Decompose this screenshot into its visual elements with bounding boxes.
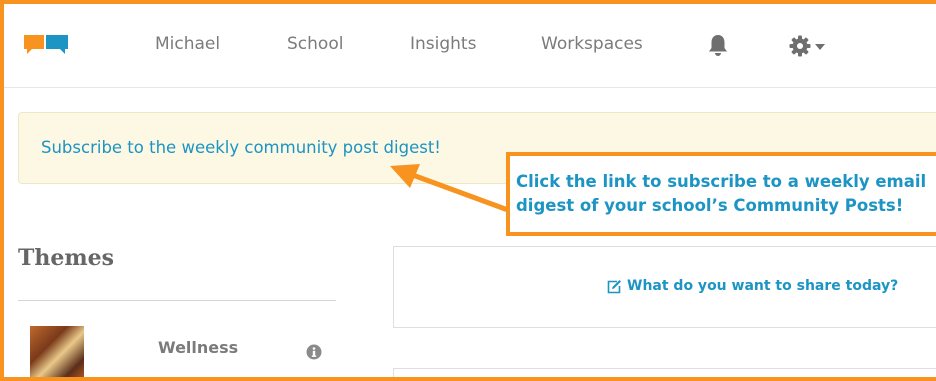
nav-item-michael[interactable]: Michael [155,34,220,54]
edit-square-icon [607,280,621,294]
annotation-callout: Click the link to subscribe to a weekly … [506,152,936,236]
nav-item-school[interactable]: School [287,34,343,54]
nav-item-insights[interactable]: Insights [410,34,476,54]
nav-item-workspaces[interactable]: Workspaces [541,34,643,54]
callout-text-line-2: digest of your school’s Community Posts! [516,196,904,215]
callout-arrow [390,164,511,213]
screenshot-frame: Michael School Insights Workspaces Subsc… [0,0,936,381]
share-prompt-link[interactable]: What do you want to share today? [627,278,898,294]
callout-text-line-1: Click the link to subscribe to a weekly … [516,172,927,191]
themes-divider [18,300,336,301]
frame-bottom-border [0,377,936,381]
bell-icon[interactable] [707,33,729,57]
caret-down-icon[interactable] [815,43,825,51]
chat-bubbles-logo[interactable] [24,35,70,57]
subscribe-digest-link[interactable]: Subscribe to the weekly community post d… [41,138,441,157]
themes-heading: Themes [18,245,115,271]
share-post-card[interactable]: What do you want to share today? [393,246,936,328]
top-navbar: Michael School Insights Workspaces [4,4,936,88]
gear-icon[interactable] [789,35,811,57]
theme-thumbnail-wellness[interactable] [30,326,84,380]
info-circle-icon[interactable] [306,344,322,360]
theme-name-wellness[interactable]: Wellness [158,338,238,357]
